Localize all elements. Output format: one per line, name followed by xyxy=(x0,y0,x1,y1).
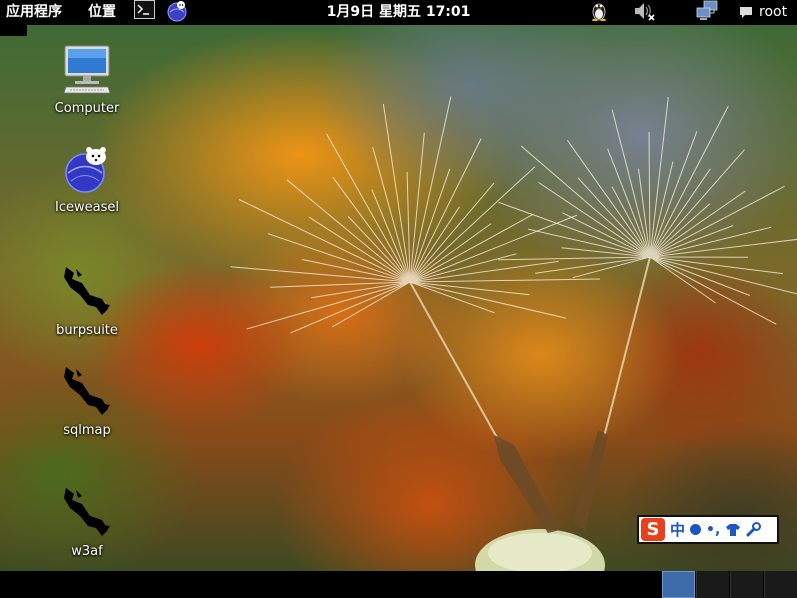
tux-icon xyxy=(592,3,606,22)
ime-toolbar[interactable]: S 中 •, xyxy=(637,515,779,544)
desktop-icon-w3af[interactable]: w3af xyxy=(32,486,142,559)
terminal-launcher[interactable] xyxy=(134,0,155,25)
volume-muted-icon xyxy=(635,3,655,21)
kali-dragon-icon xyxy=(64,267,110,315)
workspace-3[interactable] xyxy=(730,571,763,598)
volume-indicator[interactable] xyxy=(633,0,657,25)
desktop-icon-burpsuite[interactable]: burpsuite xyxy=(32,265,142,338)
activities-hot-corner[interactable] xyxy=(0,25,27,36)
chat-icon xyxy=(740,6,752,18)
kali-dragon-icon xyxy=(64,488,110,536)
punctuation-icon[interactable]: •, xyxy=(706,522,720,538)
network-indicator[interactable] xyxy=(695,0,719,25)
sogou-logo-icon[interactable]: S xyxy=(641,518,665,541)
workspace-4[interactable] xyxy=(764,571,797,598)
terminal-icon xyxy=(134,0,155,19)
settings-wrench-icon[interactable] xyxy=(746,522,762,537)
workspace-2[interactable] xyxy=(696,571,729,598)
workspace-1[interactable] xyxy=(662,571,695,598)
desktop-icon-iceweasel[interactable]: Iceweasel xyxy=(32,146,142,215)
desktop-icon-label: w3af xyxy=(71,544,103,559)
user-name: root xyxy=(759,4,788,20)
user-menu[interactable]: root xyxy=(739,0,787,25)
chinese-mode-toggle[interactable]: 中 xyxy=(670,519,685,540)
clock-label[interactable]: 1月9日 星期五 17:01 xyxy=(327,4,471,20)
network-icon xyxy=(696,0,718,20)
places-menu[interactable]: 位置 xyxy=(88,0,116,25)
computer-icon xyxy=(63,45,111,94)
fullwidth-icon[interactable] xyxy=(690,524,702,535)
desktop-icon-label: burpsuite xyxy=(56,323,118,338)
iceweasel-icon xyxy=(65,147,106,193)
desktop-icon-label: Iceweasel xyxy=(55,200,119,215)
kali-dragon-icon xyxy=(64,367,110,415)
skin-shirt-icon[interactable] xyxy=(725,523,741,537)
iceweasel-launcher[interactable] xyxy=(166,0,188,25)
bottom-panel xyxy=(0,571,797,598)
desktop-icon-label: Computer xyxy=(54,101,120,116)
desktop-icon-sqlmap[interactable]: sqlmap xyxy=(32,365,142,438)
tux-indicator[interactable] xyxy=(589,0,609,25)
clock: 1月9日 星期五 17:01 xyxy=(0,0,797,25)
iceweasel-icon xyxy=(167,1,187,22)
top-panel: 应用程序 位置 1月9日 星期五 17:01 root xyxy=(0,0,797,25)
desktop-icon-label: sqlmap xyxy=(63,423,111,438)
desktop-icon-computer[interactable]: Computer xyxy=(32,45,142,116)
applications-menu[interactable]: 应用程序 xyxy=(6,0,62,25)
